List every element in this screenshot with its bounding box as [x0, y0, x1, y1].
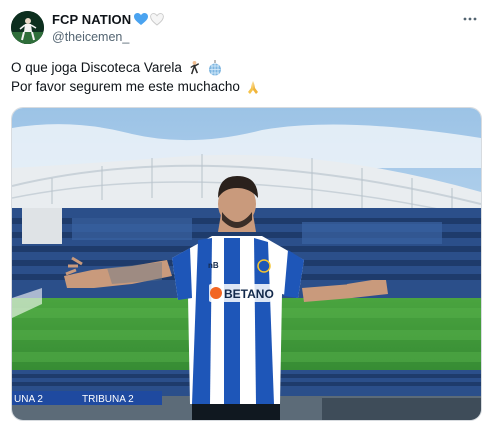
more-dots-icon — [463, 17, 477, 21]
avatar-image — [11, 11, 44, 44]
white-heart-icon — [150, 13, 165, 26]
tweet-line-1: O que joga Discoteca Varela — [11, 58, 481, 77]
stand-sign-right: TRIBUNA 2 — [82, 394, 134, 405]
stadium-photo: UNA 2 TRIBUNA 2 BETANO nB — [12, 108, 481, 420]
handle[interactable]: @theicemen_ — [52, 30, 164, 44]
tweet-line-2: Por favor segurem me este muchacho — [11, 77, 481, 96]
tweet[interactable]: FCP NATION @theicemen_ O que joga Discot… — [0, 0, 490, 432]
blue-heart-icon — [134, 13, 149, 25]
avatar[interactable] — [11, 11, 44, 44]
stand-sign-left: UNA 2 — [14, 394, 43, 405]
jersey-sponsor: BETANO — [224, 287, 274, 301]
tweet-text: O que joga Discoteca Varela Por favor se… — [11, 58, 481, 96]
tweet-line-1-text: O que joga Discoteca Varela — [11, 60, 182, 75]
folded-hands-icon — [245, 79, 261, 95]
svg-text:nB: nB — [208, 261, 219, 270]
tweet-line-2-text: Por favor segurem me este muchacho — [11, 79, 240, 94]
display-name[interactable]: FCP NATION — [52, 12, 131, 27]
man-dancing-icon — [187, 60, 202, 75]
more-options-button[interactable] — [460, 12, 480, 26]
media-photo[interactable]: UNA 2 TRIBUNA 2 BETANO nB — [11, 107, 482, 421]
author-block: FCP NATION @theicemen_ — [52, 11, 165, 44]
mirror-ball-icon — [207, 59, 223, 76]
